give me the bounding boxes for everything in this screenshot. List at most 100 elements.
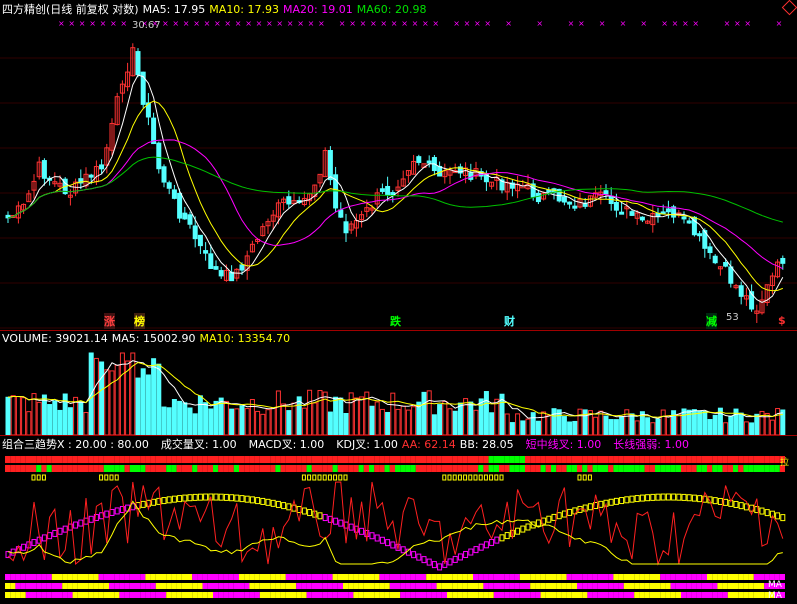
trend-band-cell — [540, 465, 546, 472]
stripe-cell — [249, 592, 255, 598]
volume-bar — [629, 413, 635, 435]
trend-band-cell — [207, 465, 213, 472]
trend-band-cell — [67, 456, 73, 463]
trend-band-cell — [426, 465, 432, 472]
oscillator-box — [379, 536, 385, 544]
stripe-cell — [514, 583, 520, 589]
stripe-cell — [62, 592, 68, 598]
stripe-cell — [691, 583, 697, 589]
trend-band-cell — [753, 465, 759, 472]
signal-label-5: 减 — [706, 313, 717, 329]
oscillator-box — [551, 513, 557, 521]
oscillator-box — [275, 500, 281, 508]
volume-bar — [312, 402, 318, 435]
oscillator-box — [619, 497, 625, 505]
oscillator-box — [166, 496, 172, 504]
trend-band-cell — [114, 456, 120, 463]
volume-bar — [634, 420, 640, 435]
oscillator-box — [78, 519, 84, 527]
stripe-cell — [561, 583, 567, 589]
stripe-cell — [525, 574, 531, 580]
trend-band-cell — [556, 465, 562, 472]
stripe-cell — [551, 592, 557, 598]
trend-band-cell — [285, 456, 291, 463]
window-corner-icon[interactable] — [781, 0, 797, 16]
stripe-cell — [374, 583, 380, 589]
stripe-cell — [265, 583, 271, 589]
volume-chart[interactable] — [0, 347, 797, 435]
trend-band-cell — [686, 465, 692, 472]
trend-band-cell — [223, 465, 229, 472]
trend-band-cell — [769, 456, 775, 463]
stripe-cell — [166, 574, 172, 580]
signal-marker: × — [110, 19, 117, 28]
oscillator-box — [239, 495, 245, 503]
stripe-cell — [613, 583, 619, 589]
trend-band-cell — [525, 465, 531, 472]
stripe-cell — [176, 574, 182, 580]
stripe-cell — [155, 592, 161, 598]
stripe-cell — [738, 592, 744, 598]
volume-bar — [307, 389, 313, 435]
stripe-cell — [161, 574, 167, 580]
trend-band-cell — [306, 456, 312, 463]
trend-band-cell — [150, 465, 156, 472]
candle-body — [213, 266, 219, 270]
stock-title[interactable]: 四方精创(日线 前复权 对数) — [2, 2, 139, 18]
indicator-bb: BB: 28.05 — [459, 438, 514, 451]
candle-body — [639, 216, 645, 221]
trend-band-cell — [639, 465, 645, 472]
trend-band-cell — [213, 456, 219, 463]
stripe-cell — [31, 583, 37, 589]
stripe-cell — [72, 592, 78, 598]
oscillator-box — [104, 510, 110, 518]
signal-box — [473, 474, 478, 481]
stripe-cell — [389, 574, 395, 580]
oscillator-box — [478, 543, 484, 551]
trend-band-cell — [41, 456, 47, 463]
trend-band-cell — [665, 465, 671, 472]
candle-body — [187, 214, 193, 225]
stripe-cell — [275, 592, 281, 598]
trend-band-cell — [426, 456, 432, 463]
oscillator-box — [613, 497, 619, 505]
stripe-cell — [135, 592, 141, 598]
stripe-cell — [145, 592, 151, 598]
trend-band-cell — [603, 456, 609, 463]
stripe-cell — [67, 583, 73, 589]
volume-bar — [483, 391, 489, 435]
volume-bar — [104, 369, 110, 435]
stripe-cell — [499, 583, 505, 589]
stripe-cell — [603, 592, 609, 598]
signal-box — [333, 474, 338, 481]
stripe-cell — [623, 592, 629, 598]
oscillator-box — [270, 499, 276, 507]
signal-box — [499, 474, 504, 481]
trend-band-cell — [379, 456, 385, 463]
stripe-cell — [686, 592, 692, 598]
stripe-cell — [223, 574, 229, 580]
trend-band-cell — [639, 456, 645, 463]
stripe-cell — [103, 592, 109, 598]
stripe-cell — [556, 583, 562, 589]
stripe-cell — [488, 583, 494, 589]
signal-marker: × — [193, 19, 200, 28]
indicator-chart[interactable] — [0, 454, 797, 604]
stripe-cell — [577, 574, 583, 580]
price-chart[interactable]: × × × × × × × × × × × × × × × × × × × × × × × × × × × × × × × × × × × × × × × ×… — [0, 18, 797, 330]
volume-bar — [83, 412, 89, 435]
trend-band-cell — [20, 456, 26, 463]
stripe-cell — [488, 574, 494, 580]
candle-body — [686, 220, 692, 224]
trend-band-cell — [415, 465, 421, 472]
signal-box — [478, 474, 483, 481]
oscillator-box — [738, 502, 744, 510]
stripe-cell — [83, 592, 89, 598]
volume-bar — [78, 401, 84, 435]
trend-band-cell — [202, 465, 208, 472]
candle-body — [338, 209, 344, 218]
stripe-cell — [51, 592, 57, 598]
oscillator-box — [286, 503, 292, 511]
stripe-cell — [530, 583, 536, 589]
candle-body — [88, 174, 94, 178]
